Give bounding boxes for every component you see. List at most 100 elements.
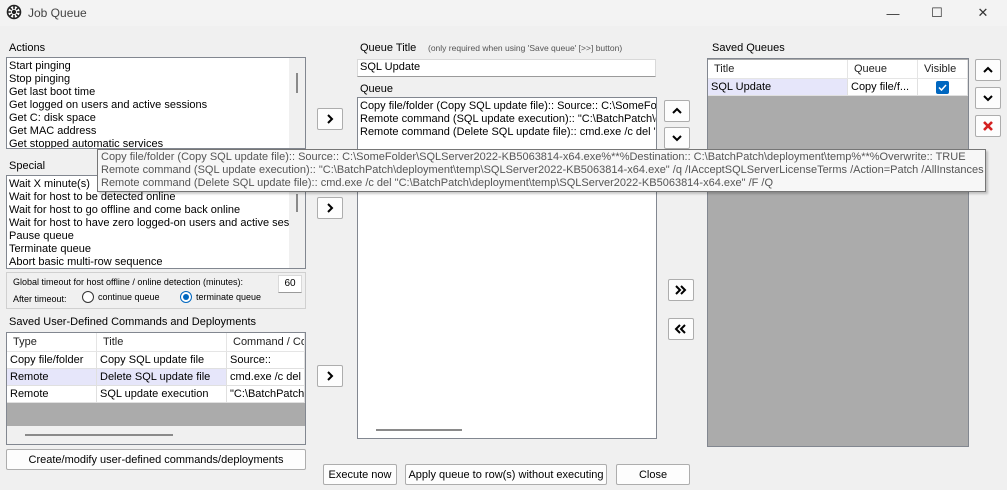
actions-scrollbar[interactable] bbox=[289, 58, 305, 148]
table-row[interactable]: Remote Delete SQL update file cmd.exe /c… bbox=[7, 369, 305, 386]
delete-x-icon bbox=[983, 121, 993, 131]
terminate-queue-label: terminate queue bbox=[196, 292, 262, 302]
queue-title-input[interactable]: SQL Update bbox=[357, 59, 656, 77]
add-action-button[interactable] bbox=[317, 108, 343, 130]
close-icon: ✕ bbox=[977, 5, 989, 20]
scrollbar-thumb[interactable] bbox=[296, 73, 298, 93]
timeout-label: Global timeout for host offline / online… bbox=[13, 277, 243, 287]
special-label: Special bbox=[9, 160, 46, 172]
title-bar bbox=[0, 0, 1007, 26]
column-header-type[interactable]: Type bbox=[7, 333, 97, 352]
list-item[interactable]: Get last boot time bbox=[7, 86, 305, 99]
list-item[interactable]: Get C: disk space bbox=[7, 112, 305, 125]
list-item[interactable]: Get logged on users and active sessions bbox=[7, 99, 305, 112]
tooltip-line: Remote command (SQL update execution):: … bbox=[101, 164, 984, 176]
chevron-down-icon bbox=[672, 135, 682, 142]
timeout-minutes-input[interactable]: 60 bbox=[278, 275, 302, 293]
queue-item[interactable]: Remote command (SQL update execution):: … bbox=[358, 113, 656, 126]
list-item[interactable]: Wait for host to be detected online bbox=[7, 191, 305, 204]
create-modify-commands-button[interactable]: Create/modify user-defined commands/depl… bbox=[6, 449, 306, 470]
cell-type[interactable]: Remote bbox=[7, 369, 97, 386]
close-button[interactable]: Close bbox=[616, 464, 690, 485]
chevron-up-icon bbox=[672, 107, 682, 114]
cell-title[interactable]: Copy SQL update file bbox=[97, 352, 227, 369]
list-item[interactable]: Get MAC address bbox=[7, 125, 305, 138]
cell-command[interactable]: Source:: bbox=[227, 352, 305, 369]
list-item[interactable]: Terminate queue bbox=[7, 243, 305, 256]
table-row[interactable]: SQL Update Copy file/f... bbox=[708, 79, 968, 96]
list-item[interactable]: Wait for host to have zero logged-on use… bbox=[7, 217, 305, 230]
tooltip-line: Copy file/folder (Copy SQL update file):… bbox=[101, 151, 966, 163]
add-saved-command-button[interactable] bbox=[317, 365, 343, 387]
saved-queue-down-button[interactable] bbox=[975, 87, 1001, 109]
terminate-queue-option[interactable]: terminate queue bbox=[180, 291, 261, 303]
add-special-button[interactable] bbox=[317, 197, 343, 219]
column-header-visible[interactable]: Visible bbox=[918, 60, 968, 79]
close-window-button[interactable]: ✕ bbox=[960, 0, 1006, 26]
table-row[interactable]: Copy file/folder Copy SQL update file So… bbox=[7, 352, 305, 369]
execute-now-button[interactable]: Execute now bbox=[323, 464, 397, 485]
saved-queues-label: Saved Queues bbox=[712, 42, 785, 54]
queue-item[interactable]: Remote command (Delete SQL update file):… bbox=[358, 126, 656, 139]
column-header-title[interactable]: Title bbox=[708, 60, 848, 79]
actions-list[interactable]: Start pinging Stop pinging Get last boot… bbox=[6, 57, 306, 149]
double-chevron-left-icon bbox=[674, 324, 686, 334]
saved-queue-up-button[interactable] bbox=[975, 59, 1001, 81]
cell-queue[interactable]: Copy file/f... bbox=[848, 79, 918, 96]
cell-visible[interactable] bbox=[918, 79, 968, 96]
queue-title-hint: (only required when using 'Save queue' [… bbox=[428, 43, 623, 53]
visible-checkbox[interactable] bbox=[936, 80, 949, 94]
scrollbar-thumb[interactable] bbox=[296, 194, 298, 212]
double-chevron-right-icon bbox=[675, 285, 687, 295]
column-header-queue[interactable]: Queue bbox=[848, 60, 918, 79]
continue-queue-label: continue queue bbox=[98, 292, 160, 302]
save-queue-button[interactable] bbox=[668, 279, 694, 301]
window-title: Job Queue bbox=[28, 6, 87, 20]
move-up-button[interactable] bbox=[664, 100, 690, 122]
cell-type[interactable]: Remote bbox=[7, 386, 97, 403]
minimize-icon: — bbox=[886, 5, 900, 21]
queue-title-label: Queue Title bbox=[360, 42, 417, 54]
cell-command[interactable]: cmd.exe /c del bbox=[227, 369, 305, 386]
maximize-button[interactable]: ☐ bbox=[914, 0, 960, 26]
chevron-right-icon bbox=[327, 371, 334, 381]
chevron-right-icon bbox=[327, 114, 334, 124]
apply-queue-button[interactable]: Apply queue to row(s) without executing bbox=[405, 464, 607, 485]
list-item[interactable]: Abort basic multi-row sequence bbox=[7, 256, 305, 268]
cell-title[interactable]: Delete SQL update file bbox=[97, 369, 227, 386]
load-queue-button[interactable] bbox=[668, 318, 694, 340]
queue-scrollbar-thumb[interactable] bbox=[376, 429, 462, 431]
list-item[interactable]: Get stopped automatic services bbox=[7, 138, 305, 148]
saved-queues-grid[interactable]: Title Queue Visible SQL Update Copy file… bbox=[707, 58, 969, 447]
saved-commands-label: Saved User-Defined Commands and Deployme… bbox=[9, 316, 257, 328]
saved-commands-grid[interactable]: Type Title Command / Co Copy file/folder… bbox=[6, 332, 306, 445]
continue-queue-option[interactable]: continue queue bbox=[82, 291, 160, 303]
cell-command[interactable]: "C:\BatchPatch bbox=[227, 386, 305, 403]
chevron-right-icon bbox=[327, 203, 334, 213]
actions-label: Actions bbox=[9, 42, 46, 54]
minimize-button[interactable]: — bbox=[870, 0, 916, 26]
column-header-command[interactable]: Command / Co bbox=[227, 333, 305, 352]
move-down-button[interactable] bbox=[664, 127, 690, 149]
checkmark-icon bbox=[938, 83, 947, 91]
column-header-title[interactable]: Title bbox=[97, 333, 227, 352]
horizontal-scrollbar[interactable] bbox=[7, 426, 305, 444]
list-item[interactable]: Start pinging bbox=[7, 60, 305, 73]
list-item[interactable]: Pause queue bbox=[7, 230, 305, 243]
terminate-queue-radio[interactable] bbox=[180, 291, 192, 303]
delete-saved-queue-button[interactable] bbox=[975, 115, 1001, 137]
cell-title[interactable]: SQL Update bbox=[708, 79, 848, 96]
tooltip-line: Remote command (Delete SQL update file):… bbox=[101, 177, 774, 189]
scrollbar-thumb[interactable] bbox=[25, 434, 173, 436]
app-gear-icon bbox=[6, 4, 22, 20]
cell-type[interactable]: Copy file/folder bbox=[7, 352, 97, 369]
cell-title[interactable]: SQL update execution bbox=[97, 386, 227, 403]
continue-queue-radio[interactable] bbox=[82, 291, 94, 303]
queue-item[interactable]: Copy file/folder (Copy SQL update file):… bbox=[358, 100, 656, 113]
after-timeout-label: After timeout: bbox=[13, 294, 67, 304]
chevron-down-icon bbox=[983, 95, 993, 102]
table-row[interactable]: Remote SQL update execution "C:\BatchPat… bbox=[7, 386, 305, 403]
list-item[interactable]: Stop pinging bbox=[7, 73, 305, 86]
list-item[interactable]: Wait for host to go offline and come bac… bbox=[7, 204, 305, 217]
queue-tooltip: Copy file/folder (Copy SQL update file):… bbox=[97, 149, 986, 192]
